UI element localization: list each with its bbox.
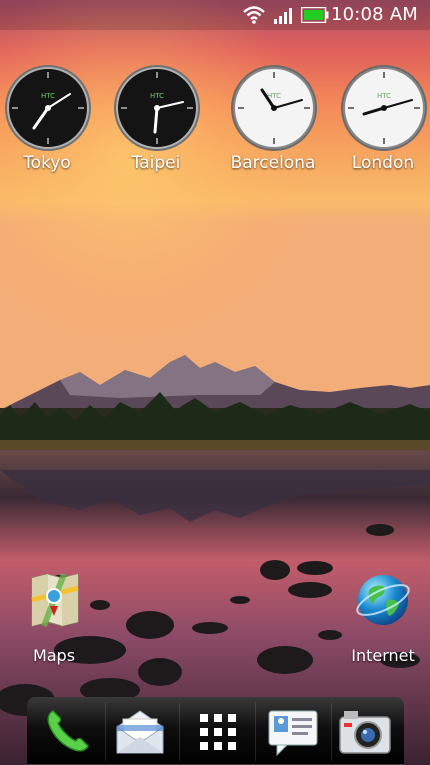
camera-icon: [339, 711, 391, 754]
status-bar: 10:08 AM: [0, 0, 430, 30]
app-label: Maps: [32, 646, 76, 665]
clock-brand: HTC: [150, 92, 164, 100]
wifi-icon: [242, 5, 266, 29]
clock-city-label: London: [351, 153, 415, 173]
clock-london[interactable]: HTC London: [333, 62, 430, 182]
clock-city-label: Tokyo: [23, 153, 71, 173]
dock-divider: [255, 703, 256, 761]
dock-app-drawer[interactable]: [185, 697, 249, 765]
phone-icon: [47, 710, 89, 752]
dock-messages[interactable]: [261, 697, 325, 765]
status-time: 10:08 AM: [330, 4, 418, 25]
clock-city-label: Taipei: [131, 153, 181, 173]
analog-clock-icon: HTC: [114, 65, 200, 151]
clock-taipei[interactable]: HTC Taipei: [106, 62, 206, 182]
dock-mail[interactable]: [109, 697, 173, 765]
dock-camera[interactable]: [333, 697, 397, 765]
maps-icon: [31, 572, 79, 628]
clock-brand: HTC: [377, 92, 391, 100]
messages-icon: [268, 710, 318, 757]
mail-icon: [116, 710, 164, 754]
dock-phone[interactable]: [35, 697, 99, 765]
clock-barcelona[interactable]: HTC Barcelona: [223, 62, 323, 182]
app-internet[interactable]: Internet: [338, 570, 428, 670]
signal-icon: [273, 5, 295, 29]
dock-divider: [105, 703, 106, 761]
battery-icon: [300, 6, 329, 27]
clock-brand: HTC: [41, 92, 55, 100]
analog-clock-icon: HTC: [5, 65, 91, 151]
clock-tokyo[interactable]: HTC Tokyo: [0, 62, 97, 182]
analog-clock-icon: HTC: [341, 65, 427, 151]
dock-divider: [179, 703, 180, 761]
app-maps[interactable]: Maps: [9, 570, 99, 670]
globe-icon: [356, 575, 410, 625]
clock-city-label: Barcelona: [230, 153, 316, 173]
app-drawer-icon: [200, 714, 236, 750]
dock-divider: [331, 703, 332, 761]
dock: [27, 697, 404, 765]
app-label: Internet: [351, 646, 415, 665]
analog-clock-icon: HTC: [231, 65, 317, 151]
